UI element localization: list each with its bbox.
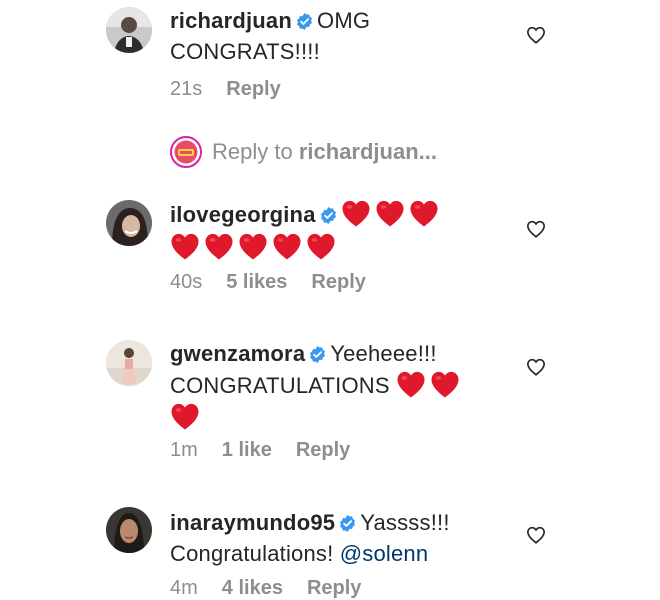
red-heart-emoji bbox=[409, 200, 439, 227]
timestamp: 4m bbox=[170, 577, 198, 599]
comment-body-line2: CONGRATS!!!! bbox=[170, 39, 320, 64]
comment-body-line1: Yassss!!! bbox=[360, 510, 450, 535]
username[interactable]: gwenzamora bbox=[170, 341, 305, 366]
likes-count[interactable]: 5 likes bbox=[226, 271, 287, 294]
reply-to-prompt[interactable]: Reply to richardjuan... bbox=[170, 136, 437, 168]
comment-body-line1: Yeeheee!!! bbox=[330, 341, 437, 366]
red-heart-emoji bbox=[375, 200, 405, 227]
red-heart-emoji bbox=[170, 233, 200, 260]
comment-meta: 4m 4 likes Reply bbox=[170, 577, 361, 600]
red-heart-emoji bbox=[306, 233, 336, 260]
reply-button[interactable]: Reply bbox=[296, 439, 350, 462]
avatar[interactable] bbox=[106, 340, 152, 386]
comment-text: gwenzamora Yeeheee!!! CONGRATULATIONS bbox=[170, 338, 500, 434]
heart-outline-icon[interactable] bbox=[526, 220, 546, 238]
reply-button[interactable]: Reply bbox=[226, 78, 280, 101]
reply-prefix: Reply to bbox=[212, 139, 293, 164]
avatar-photo bbox=[106, 340, 152, 386]
red-heart-emoji bbox=[396, 371, 426, 398]
mention-link[interactable]: @solenn bbox=[340, 541, 429, 566]
reply-target: richardjuan... bbox=[298, 139, 437, 164]
verified-badge-icon bbox=[296, 13, 313, 30]
verified-badge-icon bbox=[339, 515, 356, 532]
reply-avatar bbox=[170, 136, 202, 168]
red-heart-emoji bbox=[204, 233, 234, 260]
comment-body-line2: Congratulations! bbox=[170, 541, 334, 566]
heart-outline-icon[interactable] bbox=[526, 526, 546, 544]
likes-count[interactable]: 4 likes bbox=[222, 577, 283, 600]
reply-button[interactable]: Reply bbox=[307, 577, 361, 600]
red-heart-emoji bbox=[170, 403, 200, 430]
heart-outline-icon[interactable] bbox=[526, 358, 546, 376]
comment-body-line2: CONGRATULATIONS bbox=[170, 373, 390, 398]
username[interactable]: ilovegeorgina bbox=[170, 202, 316, 227]
comment-text: richardjuan OMG CONGRATS!!!! bbox=[170, 5, 500, 67]
comment-meta: 21s Reply bbox=[170, 78, 281, 101]
reply-button[interactable]: Reply bbox=[311, 271, 365, 294]
likes-count[interactable]: 1 like bbox=[222, 439, 272, 462]
verified-badge-icon bbox=[309, 346, 326, 363]
red-heart-emoji bbox=[341, 200, 371, 227]
avatar[interactable] bbox=[106, 7, 152, 53]
red-heart-emoji bbox=[430, 371, 460, 398]
reply-to-text: Reply to richardjuan... bbox=[212, 139, 437, 165]
username[interactable]: inaraymundo95 bbox=[170, 510, 335, 535]
avatar-photo bbox=[106, 7, 152, 53]
avatar[interactable] bbox=[106, 200, 152, 246]
avatar-photo bbox=[106, 200, 152, 246]
timestamp: 1m bbox=[170, 439, 198, 461]
timestamp: 21s bbox=[170, 78, 203, 100]
verified-badge-icon bbox=[320, 207, 337, 224]
heart-outline-icon[interactable] bbox=[526, 26, 546, 44]
avatar[interactable] bbox=[106, 507, 152, 553]
comment-text: inaraymundo95 Yassss!!! Congratulations! … bbox=[170, 507, 500, 569]
comment-body-line1: OMG bbox=[317, 8, 371, 33]
comment-text: ilovegeorgina bbox=[170, 198, 500, 264]
username[interactable]: richardjuan bbox=[170, 8, 292, 33]
red-heart-emoji bbox=[238, 233, 268, 260]
timestamp: 40s bbox=[170, 271, 203, 293]
comment-meta: 1m 1 like Reply bbox=[170, 439, 350, 462]
comment-meta: 40s 5 likes Reply bbox=[170, 271, 366, 294]
red-heart-emoji bbox=[272, 233, 302, 260]
avatar-photo bbox=[106, 507, 152, 553]
